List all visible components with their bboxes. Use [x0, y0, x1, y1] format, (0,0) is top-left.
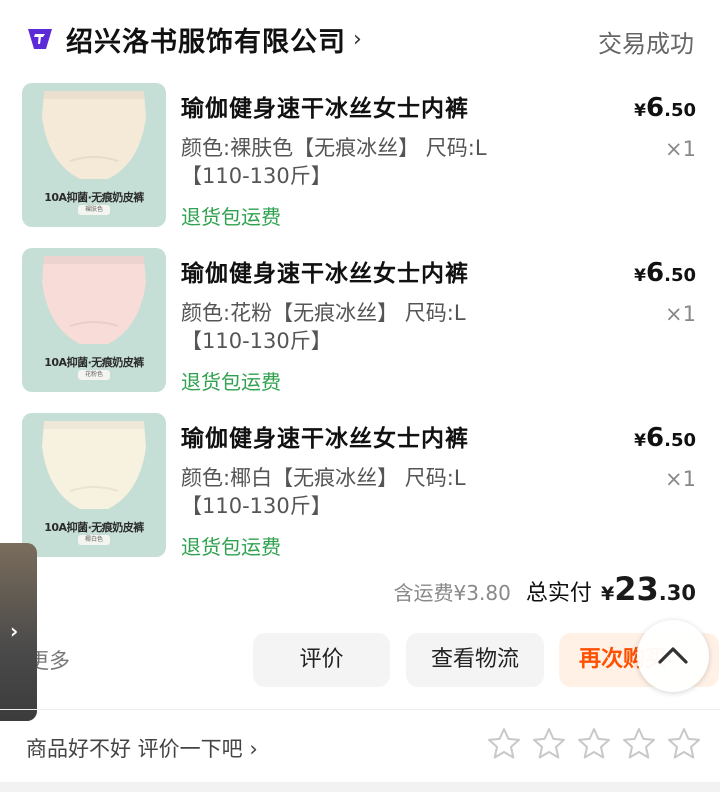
scroll-to-top-button[interactable] [637, 620, 709, 692]
shop-name[interactable]: 绍兴洛书服饰有限公司 [66, 20, 346, 59]
review-button[interactable]: 评价 [253, 633, 390, 687]
chevron-right-icon: › [10, 619, 19, 643]
product-thumbnail[interactable]: 10A抑菌·无痕奶皮裤 裸肤色 [22, 83, 166, 227]
chevron-up-icon [658, 647, 688, 664]
rate-product-prompt[interactable]: 商品好不好 评价一下吧 › [26, 733, 258, 763]
order-item[interactable]: 10A抑菌·无痕奶皮裤 裸肤色 瑜伽健身速干冰丝女士内裤 颜色:裸肤色【无痕冰丝… [0, 83, 720, 233]
product-quantity: ×1 [665, 137, 696, 161]
product-title[interactable]: 瑜伽健身速干冰丝女士内裤 [181, 254, 469, 288]
thumb-caption: 10A抑菌·无痕奶皮裤 [44, 521, 144, 534]
free-return-shipping-tag: 退货包运费 [181, 535, 281, 559]
product-price: ¥6.50 [634, 258, 696, 288]
order-total: 含运费¥3.80 总实付 ¥23.30 [394, 570, 696, 608]
product-thumbnail[interactable]: 10A抑菌·无痕奶皮裤 花粉色 [22, 248, 166, 392]
product-title[interactable]: 瑜伽健身速干冰丝女士内裤 [181, 419, 469, 453]
product-spec-size: 【110-130斤】 [181, 329, 332, 353]
page-bottom-strip [0, 782, 720, 792]
product-thumbnail[interactable]: 10A抑菌·无痕奶皮裤 椰白色 [22, 413, 166, 557]
shipping-fee: 含运费¥3.80 [393, 581, 511, 605]
star-outline-icon[interactable] [486, 726, 522, 762]
product-spec-size: 【110-130斤】 [181, 494, 332, 518]
order-card-header: 绍兴洛书服饰有限公司 › 交易成功 [0, 0, 720, 80]
product-spec: 颜色:花粉【无痕冰丝】 尺码:L [181, 301, 466, 325]
star-outline-icon[interactable] [576, 726, 612, 762]
product-spec: 颜色:椰白【无痕冰丝】 尺码:L [181, 466, 466, 490]
order-item[interactable]: 10A抑菌·无痕奶皮裤 椰白色 瑜伽健身速干冰丝女士内裤 颜色:椰白【无痕冰丝】… [0, 413, 720, 563]
product-price: ¥6.50 [634, 93, 696, 123]
divider [0, 709, 720, 710]
star-outline-icon[interactable] [666, 726, 702, 762]
thumb-caption: 10A抑菌·无痕奶皮裤 [44, 356, 144, 369]
side-drawer-tab[interactable]: › [0, 543, 37, 721]
shop-chevron-icon[interactable]: › [353, 27, 362, 52]
thumb-color-tag: 花粉色 [78, 370, 110, 380]
star-outline-icon[interactable] [621, 726, 657, 762]
view-logistics-button[interactable]: 查看物流 [406, 633, 544, 687]
star-outline-icon[interactable] [531, 726, 567, 762]
product-spec: 颜色:裸肤色【无痕冰丝】 尺码:L [181, 136, 487, 160]
thumb-color-tag: 裸肤色 [78, 205, 110, 215]
thumb-color-tag: 椰白色 [78, 535, 110, 545]
product-price: ¥6.50 [634, 423, 696, 453]
thumb-caption: 10A抑菌·无痕奶皮裤 [44, 191, 144, 204]
free-return-shipping-tag: 退货包运费 [181, 205, 281, 229]
product-title[interactable]: 瑜伽健身速干冰丝女士内裤 [181, 89, 469, 123]
total-label: 总实付 [525, 581, 592, 606]
total-amount: ¥23.30 [601, 570, 696, 608]
product-quantity: ×1 [665, 467, 696, 491]
order-status: 交易成功 [598, 30, 694, 58]
shop-logo-icon [28, 29, 52, 49]
product-quantity: ×1 [665, 302, 696, 326]
order-item[interactable]: 10A抑菌·无痕奶皮裤 花粉色 瑜伽健身速干冰丝女士内裤 颜色:花粉【无痕冰丝】… [0, 248, 720, 398]
star-rating[interactable] [486, 726, 706, 766]
free-return-shipping-tag: 退货包运费 [181, 370, 281, 394]
product-spec-size: 【110-130斤】 [181, 164, 332, 188]
